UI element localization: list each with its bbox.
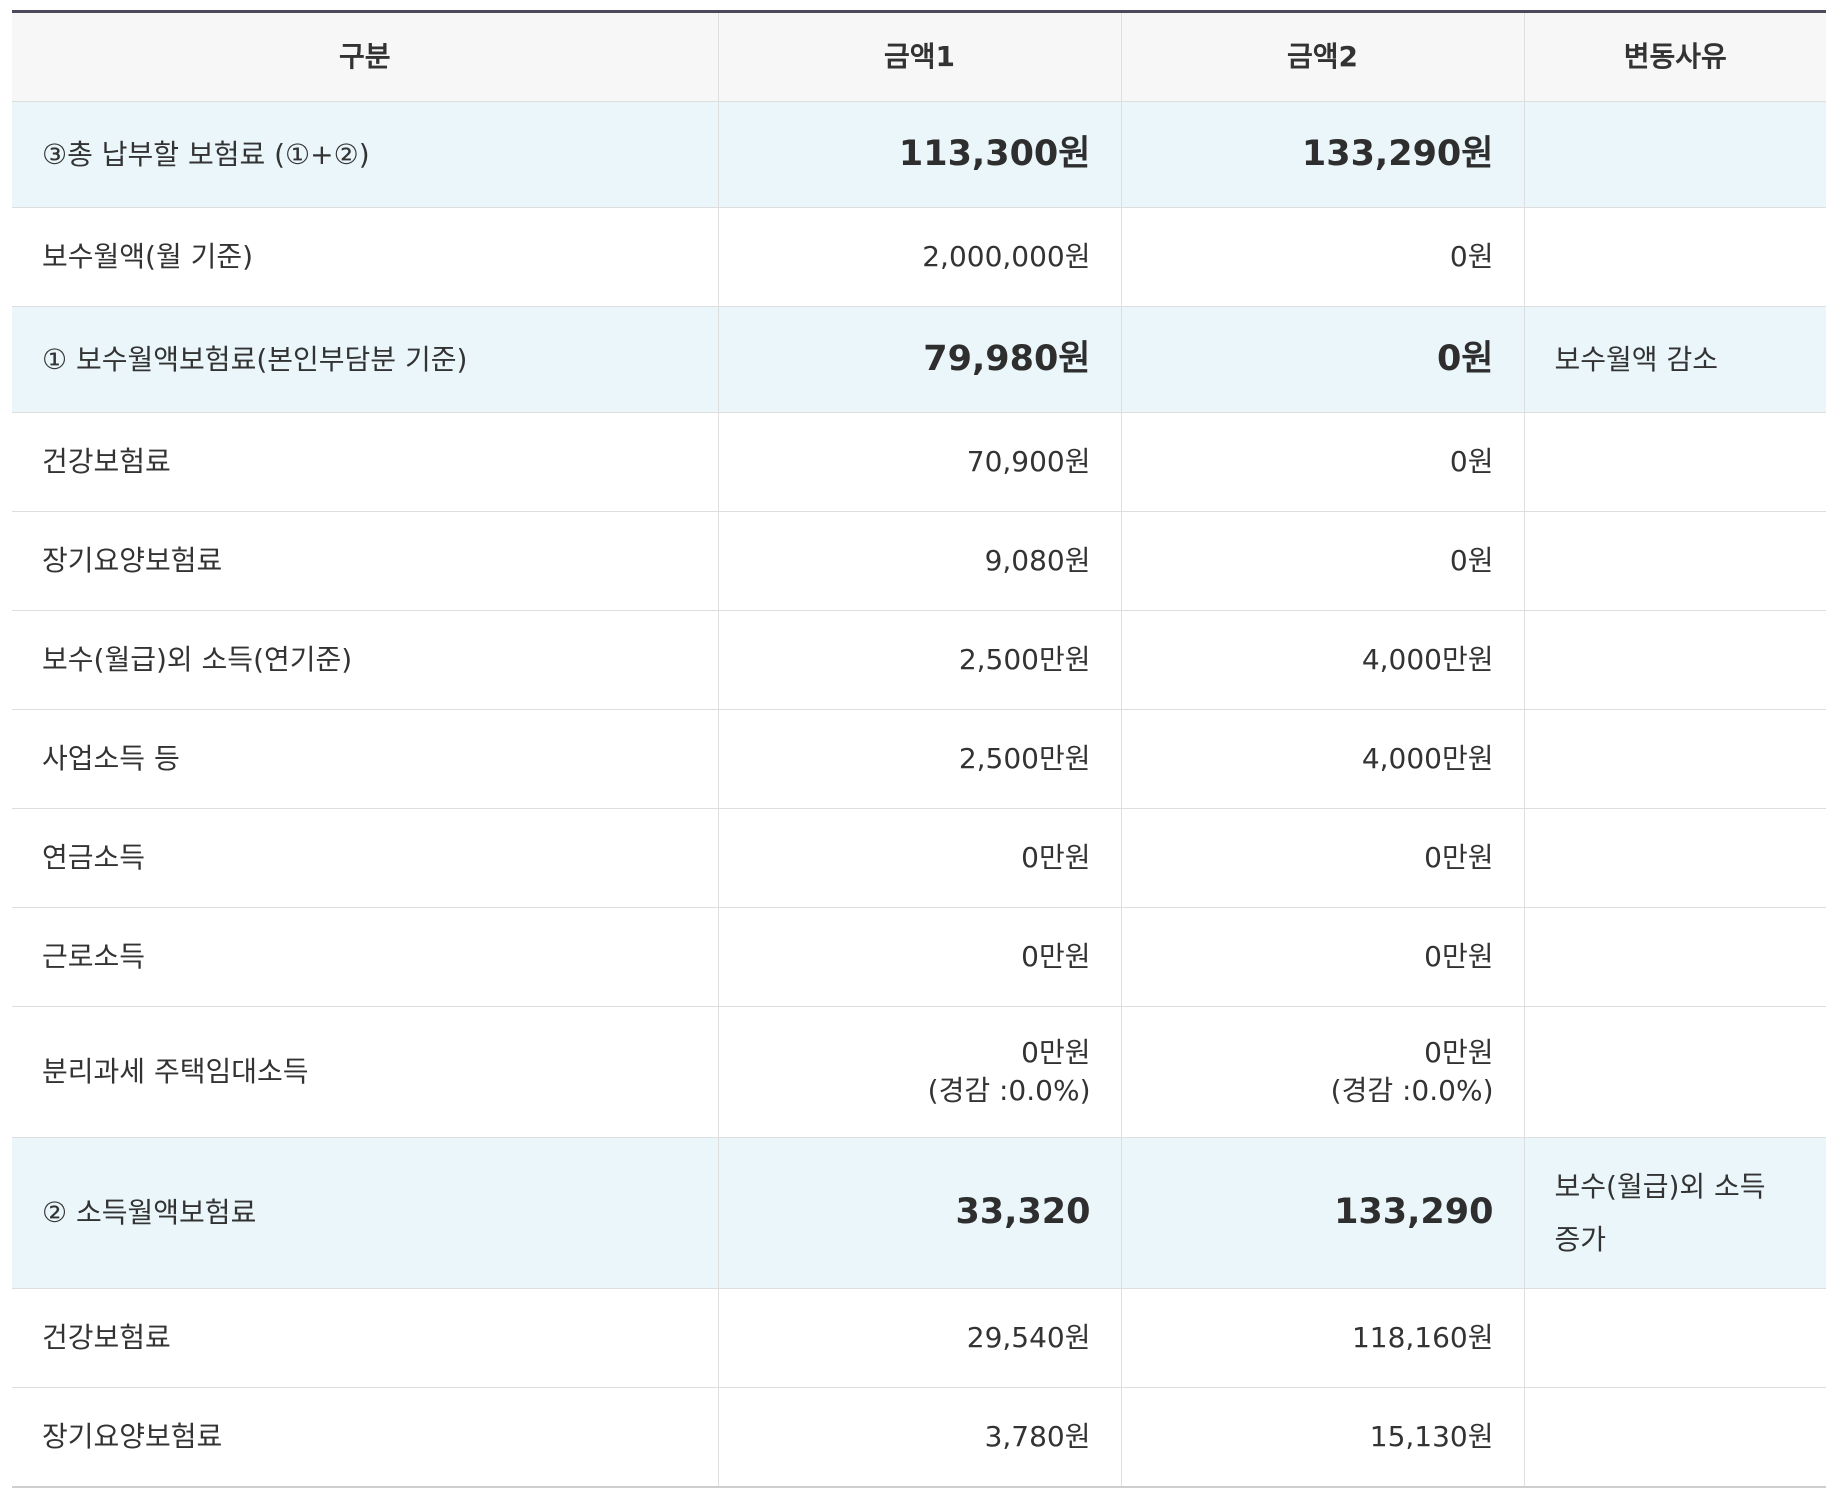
- row-amount2: 0만원: [1424, 1036, 1494, 1070]
- table-row: 보수월액(월 기준) 2,000,000원 0원: [12, 207, 1826, 307]
- row-amount2-reduction: (경감 :0.0%): [1330, 1074, 1494, 1107]
- row-label: ① 보수월액보험료(본인부담분 기준): [12, 306, 718, 413]
- row-reason: 보수월액 감소: [1523, 306, 1826, 413]
- row-amount1: 2,000,000원: [717, 207, 1121, 307]
- row-amount1: 9,080원: [717, 511, 1121, 611]
- row-label: 근로소득: [12, 907, 718, 1007]
- row-amount1: 0만원: [1021, 1036, 1091, 1070]
- row-amount2: 4,000만원: [1120, 610, 1524, 710]
- table-row: 건강보험료 70,900원 0원: [12, 412, 1826, 512]
- row-label: 사업소득 등: [12, 709, 718, 809]
- row-reason: [1523, 511, 1826, 611]
- table-row: 장기요양보험료 3,780원 15,130원: [12, 1387, 1826, 1488]
- row-reason: [1523, 1288, 1826, 1388]
- table-row: 연금소득 0만원 0만원: [12, 808, 1826, 908]
- header-reason: 변동사유: [1523, 11, 1826, 102]
- row-reason: [1523, 709, 1826, 809]
- row-amount1: 3,780원: [717, 1387, 1121, 1488]
- table-row: ③총 납부할 보험료 (①+②) 113,300원 133,290원: [12, 101, 1826, 208]
- row-reason: [1523, 412, 1826, 512]
- row-label: 장기요양보험료: [12, 1387, 718, 1488]
- row-label: 건강보험료: [12, 1288, 718, 1388]
- row-amount2-cell: 0만원 (경감 :0.0%): [1120, 1006, 1524, 1138]
- row-amount1: 2,500만원: [717, 610, 1121, 710]
- row-amount1: 70,900원: [717, 412, 1121, 512]
- row-amount2: 118,160원: [1120, 1288, 1524, 1388]
- row-amount2: 133,290원: [1120, 101, 1524, 208]
- row-amount1: 33,320: [717, 1137, 1121, 1289]
- table-row: ① 보수월액보험료(본인부담분 기준) 79,980원 0원 보수월액 감소: [12, 306, 1826, 413]
- row-reason: [1523, 610, 1826, 710]
- row-amount1-cell: 0만원 (경감 :0.0%): [717, 1006, 1121, 1138]
- row-amount2: 0만원: [1120, 808, 1524, 908]
- insurance-comparison-table: 구분 금액1 금액2 변동사유 ③총 납부할 보험료 (①+②) 113,300…: [12, 10, 1826, 1488]
- row-amount1-reduction: (경감 :0.0%): [927, 1074, 1091, 1107]
- row-reason: [1523, 1006, 1826, 1138]
- table-row: 근로소득 0만원 0만원: [12, 907, 1826, 1007]
- row-label: 보수월액(월 기준): [12, 207, 718, 307]
- row-amount2: 0원: [1120, 207, 1524, 307]
- table-row: 장기요양보험료 9,080원 0원: [12, 511, 1826, 611]
- row-amount2: 0원: [1120, 306, 1524, 413]
- insurance-comparison-table-wrapper: 구분 금액1 금액2 변동사유 ③총 납부할 보험료 (①+②) 113,300…: [12, 10, 1826, 1488]
- row-label: 장기요양보험료: [12, 511, 718, 611]
- row-amount2: 4,000만원: [1120, 709, 1524, 809]
- table-row: 분리과세 주택임대소득 0만원 (경감 :0.0%) 0만원 (경감 :0.0%…: [12, 1006, 1826, 1138]
- row-reason: 보수(월급)외 소득 증가: [1523, 1137, 1826, 1289]
- row-amount1: 29,540원: [717, 1288, 1121, 1388]
- row-reason: [1523, 907, 1826, 1007]
- header-category: 구분: [12, 11, 718, 102]
- row-label: 분리과세 주택임대소득: [12, 1006, 718, 1138]
- row-label: 연금소득: [12, 808, 718, 908]
- row-reason: [1523, 101, 1826, 208]
- row-amount2: 133,290: [1120, 1137, 1524, 1289]
- row-amount1: 113,300원: [717, 101, 1121, 208]
- row-amount1: 0만원: [717, 907, 1121, 1007]
- table-row: 건강보험료 29,540원 118,160원: [12, 1288, 1826, 1388]
- row-amount2: 0원: [1120, 412, 1524, 512]
- row-label: 보수(월급)외 소득(연기준): [12, 610, 718, 710]
- table-body: ③총 납부할 보험료 (①+②) 113,300원 133,290원 보수월액(…: [12, 101, 1826, 1488]
- row-amount2: 0원: [1120, 511, 1524, 611]
- table-row: 보수(월급)외 소득(연기준) 2,500만원 4,000만원: [12, 610, 1826, 710]
- row-amount2: 15,130원: [1120, 1387, 1524, 1488]
- row-amount1: 79,980원: [717, 306, 1121, 413]
- row-reason: [1523, 1387, 1826, 1488]
- row-label: ② 소득월액보험료: [12, 1137, 718, 1289]
- table-row: 사업소득 등 2,500만원 4,000만원: [12, 709, 1826, 809]
- table-header: 구분 금액1 금액2 변동사유: [12, 11, 1826, 102]
- row-reason: [1523, 207, 1826, 307]
- header-amount1: 금액1: [717, 11, 1121, 102]
- row-label: 건강보험료: [12, 412, 718, 512]
- row-amount2: 0만원: [1120, 907, 1524, 1007]
- row-label: ③총 납부할 보험료 (①+②): [12, 101, 718, 208]
- row-amount1: 0만원: [717, 808, 1121, 908]
- row-reason: [1523, 808, 1826, 908]
- header-amount2: 금액2: [1120, 11, 1524, 102]
- row-amount1: 2,500만원: [717, 709, 1121, 809]
- header-row: 구분 금액1 금액2 변동사유: [12, 11, 1826, 102]
- table-row: ② 소득월액보험료 33,320 133,290 보수(월급)외 소득 증가: [12, 1137, 1826, 1289]
